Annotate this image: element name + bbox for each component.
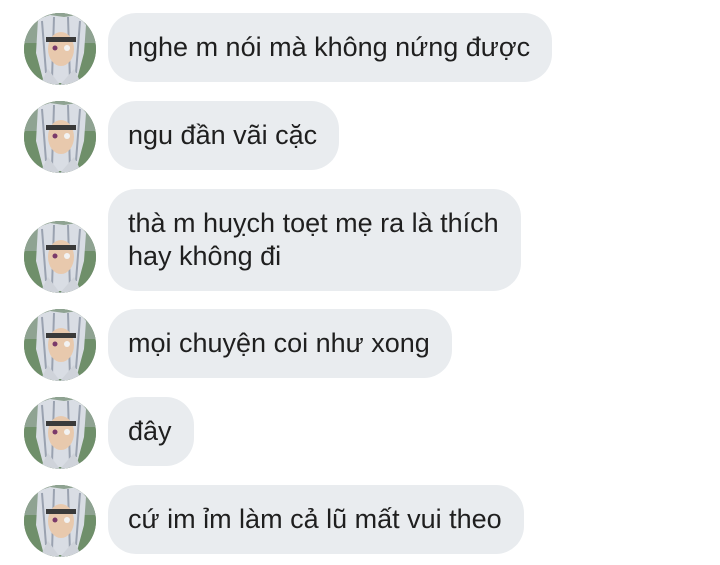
message-bubble[interactable]: mọi chuyện coi như xong [108,309,452,378]
avatar-icon [24,397,96,469]
message-bubble[interactable]: nghe m nói mà không nứng được [108,13,553,82]
avatar-icon [24,221,96,293]
avatar-icon [24,13,96,85]
sender-avatar[interactable] [24,221,96,293]
message-text-line: hay không đi [128,241,282,271]
message-bubble[interactable]: ngu đần vãi cặc [108,101,340,170]
avatar-icon [24,485,96,557]
message-bubble[interactable]: đây [108,397,194,466]
message-text: nghe m nói mà không nứng được [128,32,531,62]
avatar-icon [24,101,96,173]
message-text: cứ im ỉm làm cả lũ mất vui theo [128,504,502,534]
chat-thread: nghe m nói mà không nứng được ngu đần vã… [0,0,720,565]
sender-avatar[interactable] [24,101,96,173]
sender-avatar[interactable] [24,485,96,557]
message-text: mọi chuyện coi như xong [128,328,430,358]
message-text-line: thà m huỵch toẹt mẹ ra là thích [128,208,499,238]
sender-avatar[interactable] [24,397,96,469]
message-bubble[interactable]: thà m huỵch toẹt mẹ ra là thích hay khôn… [108,189,521,291]
message-bubble[interactable]: cứ im ỉm làm cả lũ mất vui theo [108,485,524,554]
sender-avatar[interactable] [24,309,96,381]
sender-avatar[interactable] [24,13,96,85]
message-text: đây [128,416,172,446]
message-text: ngu đần vãi cặc [128,120,318,150]
avatar-icon [24,309,96,381]
